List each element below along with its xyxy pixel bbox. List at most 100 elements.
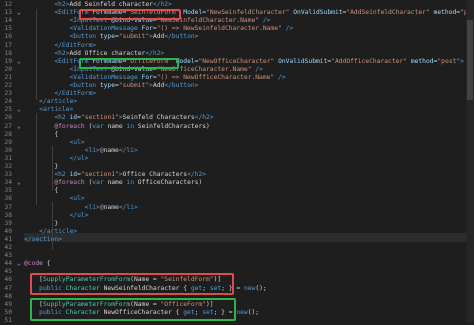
code-token: NewSeinfeldCharacter { — [99, 284, 191, 292]
code-token: <ValidationMessage — [69, 73, 142, 81]
code-token: "NewSeinfeldCharacter" — [206, 9, 290, 17]
code-token: </h2> — [187, 171, 207, 179]
fold-chevron-icon[interactable]: ⌄ — [17, 58, 23, 65]
code-token: { — [24, 130, 59, 138]
indent-guide — [52, 146, 53, 190]
code-token: @bind-Value — [111, 65, 153, 73]
fold-chevron-icon[interactable]: ⌄ — [17, 180, 23, 186]
code-token: <button — [69, 33, 100, 41]
code-token: SupplyParameterFromForm — [42, 300, 131, 308]
code-token: "AddOfficeCharacter" — [331, 57, 408, 65]
code-token: Seinfeld Characters — [122, 114, 195, 122]
code-token: @bind-Value — [111, 17, 153, 25]
fold-chevron-icon[interactable]: ⌄ — [17, 123, 23, 130]
scrollbar-thumb[interactable] — [467, 20, 473, 100]
code-token: @foreach — [54, 179, 85, 187]
code-token: Name — [133, 300, 150, 308]
code-line[interactable]: @code { — [24, 260, 51, 269]
code-token: "AddSeinfeldCharacter" — [346, 9, 430, 17]
vertical-scrollbar[interactable] — [466, 0, 474, 323]
code-token: = — [149, 276, 161, 284]
code-token: </h2> — [194, 114, 214, 122]
code-editor[interactable]: 12 13 14 15 16 17 18 19 20 21 22 23 24 25 26 27 28 29 30 31… — [0, 0, 474, 324]
line-number: 51 — [4, 316, 12, 324]
code-token: /> — [251, 65, 263, 73]
code-token: ; } = — [213, 308, 237, 316]
code-token: in — [126, 179, 134, 187]
code-token: set — [202, 308, 214, 316]
code-token: </EditForm> — [54, 41, 97, 49]
code-token: "SeinfeldForm" — [160, 276, 214, 284]
code-token: OfficeCharacters) — [134, 179, 203, 187]
code-token: [ — [24, 276, 43, 284]
indent-guide — [36, 9, 37, 100]
code-token: name — [103, 203, 119, 211]
code-token: @code — [24, 260, 43, 268]
code-token: "section1" — [80, 114, 119, 122]
code-line[interactable]: public Character NewSeinfeldCharacter { … — [24, 285, 267, 294]
code-token: /> — [274, 73, 286, 81]
code-token: set — [209, 284, 222, 292]
code-token: <h2> — [54, 49, 70, 57]
code-token: <EditForm — [54, 57, 93, 65]
code-token: in — [126, 122, 134, 130]
code-token: For — [141, 73, 153, 81]
code-line[interactable]: public Character NewOfficeCharacter { ge… — [24, 309, 259, 318]
code-token: Character — [65, 284, 100, 292]
code-token: <h2 — [54, 171, 70, 179]
code-token: OnValidSubmit — [293, 9, 343, 17]
code-token: "NewOfficeCharacter.Name" — [156, 65, 252, 73]
code-token: <InputText — [69, 17, 112, 25]
code-token: </ul> — [69, 154, 89, 162]
code-token: Add — [152, 82, 165, 89]
code-token: </article> — [39, 98, 78, 106]
code-token: <li> — [84, 146, 100, 154]
code-token: Add Seinfeld character — [69, 1, 153, 8]
code-token: <ValidationMessage — [69, 25, 142, 33]
fold-chevron-icon[interactable]: ⌄ — [17, 261, 23, 267]
code-token: (); — [255, 284, 267, 292]
code-token: type — [99, 82, 116, 89]
code-token: name — [103, 146, 119, 154]
code-token: <h2 — [54, 114, 70, 122]
code-token: ; } = — [221, 284, 244, 292]
code-token: "OfficeForm" — [160, 300, 207, 308]
code-token: "() => NewSeinfeldCharacter.Name" — [156, 25, 282, 33]
code-token: { — [24, 187, 59, 195]
code-token: name — [103, 179, 127, 187]
code-token: Model — [183, 9, 203, 17]
code-token: ; — [202, 284, 210, 292]
code-token: "SeinfeldForm" — [126, 9, 180, 17]
indent-guide — [52, 202, 53, 250]
code-token: public — [39, 308, 62, 316]
code-token: = — [149, 300, 161, 308]
code-token: id — [69, 171, 78, 179]
code-token: Add Office character — [69, 49, 146, 57]
code-line[interactable]: </section> — [24, 236, 62, 245]
code-token: [ — [24, 300, 43, 308]
code-token: id — [69, 114, 78, 122]
code-token: SeinfeldCharacters) — [134, 122, 210, 130]
fold-chevron-icon[interactable]: ⌄ — [17, 10, 23, 16]
code-token: new — [243, 284, 256, 292]
code-token: method — [433, 9, 457, 17]
code-token: public — [39, 284, 62, 292]
code-token: /> — [259, 17, 271, 25]
fold-chevron-icon[interactable]: ⌄ — [17, 107, 23, 113]
code-token: </ul> — [69, 211, 89, 219]
